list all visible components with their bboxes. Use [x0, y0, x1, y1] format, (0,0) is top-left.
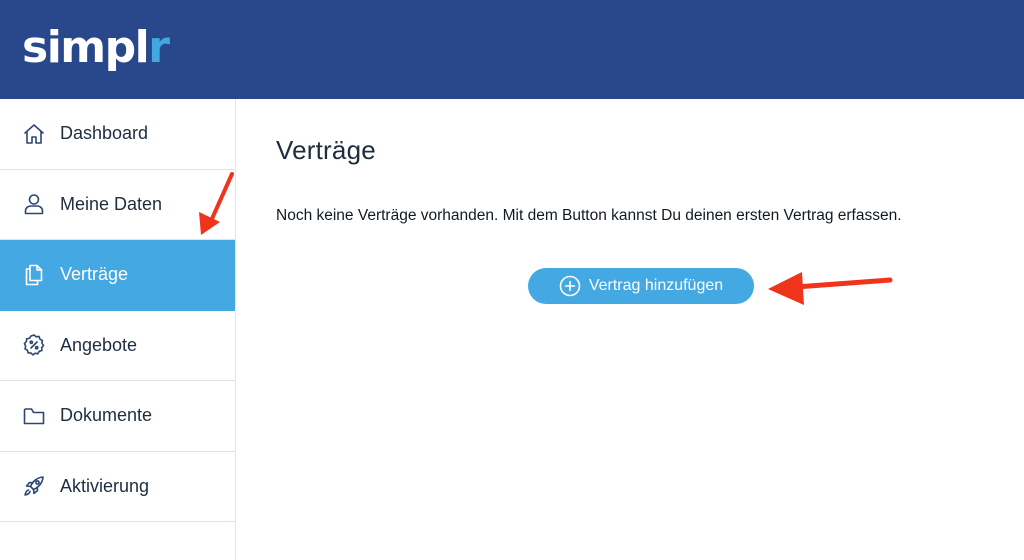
- folder-icon: [22, 404, 46, 428]
- app-logo[interactable]: simplr: [22, 20, 170, 76]
- sidebar-item-vertraege[interactable]: Verträge: [0, 240, 235, 311]
- sidebar-item-label: Dokumente: [60, 405, 153, 426]
- add-contract-button[interactable]: Vertrag hinzufügen: [528, 268, 754, 304]
- sidebar-item-aktivierung[interactable]: Aktivierung: [0, 452, 235, 522]
- sidebar: Dashboard Meine Daten Verträge Angebote …: [0, 99, 236, 560]
- sidebar-item-angebote[interactable]: Angebote: [0, 311, 235, 381]
- sidebar-item-dashboard[interactable]: Dashboard: [0, 99, 235, 170]
- user-icon: [22, 192, 46, 216]
- sidebar-item-meine-daten[interactable]: Meine Daten: [0, 170, 235, 240]
- sidebar-item-label: Angebote: [60, 334, 138, 355]
- sidebar-item-label: Meine Daten: [60, 193, 163, 214]
- documents-icon: [22, 263, 46, 287]
- sidebar-item-label: Verträge: [60, 264, 129, 285]
- percent-badge-icon: [22, 333, 46, 357]
- add-contract-button-label: Vertrag hinzufügen: [588, 277, 724, 294]
- page-title: Verträge: [276, 135, 376, 165]
- sidebar-item-dokumente[interactable]: Dokumente: [0, 381, 235, 452]
- sidebar-item-label: Aktivierung: [60, 475, 150, 496]
- main-content: Verträge Noch keine Verträge vorhanden. …: [236, 99, 1024, 560]
- top-header: simplr: [0, 0, 1024, 99]
- sidebar-item-label: Dashboard: [60, 123, 149, 144]
- plus-circle-icon: [559, 275, 581, 297]
- empty-state-message: Noch keine Verträge vorhanden. Mit dem B…: [276, 207, 902, 224]
- home-icon: [22, 122, 46, 146]
- rocket-icon: [22, 474, 46, 498]
